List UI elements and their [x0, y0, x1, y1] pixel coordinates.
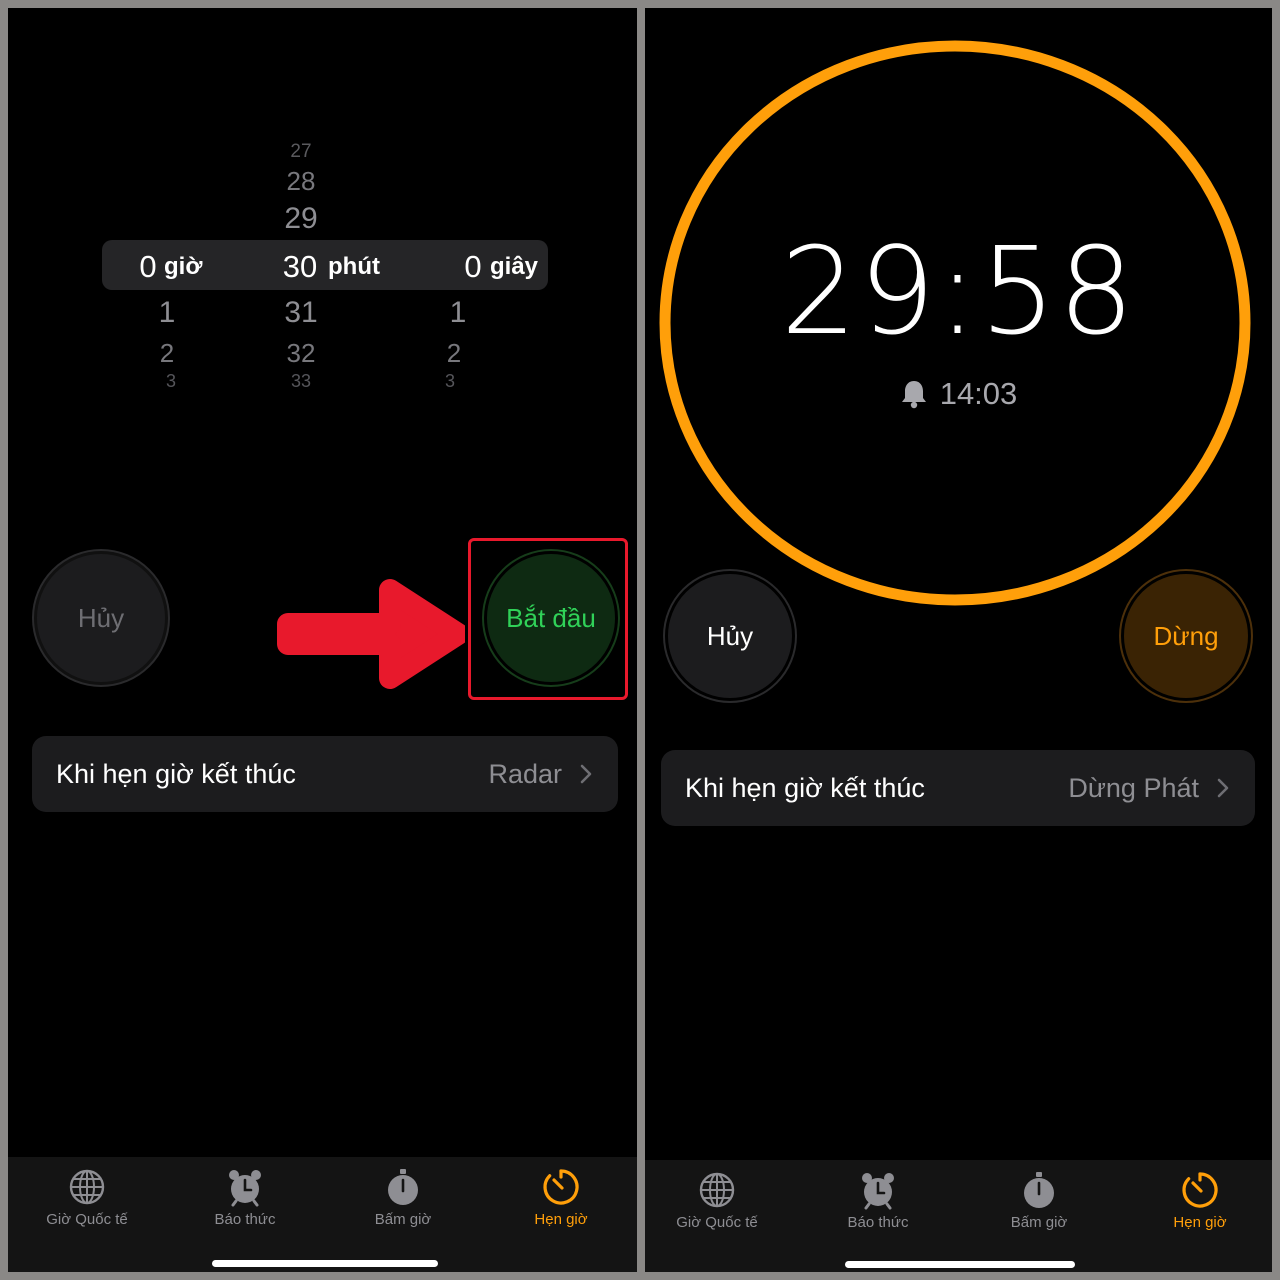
cancel-button-label: Hủy [706, 620, 754, 651]
end-time-value: 14:03 [939, 376, 1018, 411]
timer-running-screen: 29:58 14:03 Hủy Dừng Khi hẹn giờ kết thú… [645, 8, 1272, 1272]
second-option[interactable]: 3 [445, 372, 455, 390]
chevron-right-icon [580, 764, 592, 784]
red-arrow-annotation [277, 579, 465, 689]
tab-world-clock[interactable]: Giờ Quốc tế [12, 1157, 162, 1257]
minute-option[interactable]: 28 [287, 168, 316, 194]
minute-option[interactable]: 29 [284, 204, 317, 234]
when-timer-ends-value: Radar [488, 758, 562, 789]
hour-option[interactable]: 1 [159, 298, 176, 328]
chevron-right-icon [1217, 778, 1229, 798]
time-remaining: 29:58 [780, 223, 1137, 362]
minutes-selected-value[interactable]: 30 [283, 251, 317, 282]
home-indicator[interactable] [212, 1260, 438, 1267]
minute-option[interactable]: 33 [291, 372, 311, 390]
stopwatch-icon [1024, 1172, 1054, 1208]
when-timer-ends-label: Khi hẹn giờ kết thúc [56, 758, 296, 789]
tab-world-clock[interactable]: Giờ Quốc tế [645, 1160, 792, 1260]
alarm-clock-icon [229, 1170, 261, 1207]
hour-option[interactable]: 3 [166, 372, 176, 390]
minutes-unit-label: phút [328, 253, 380, 280]
hours-selected-value[interactable]: 0 [139, 251, 156, 282]
second-option[interactable]: 2 [447, 340, 461, 366]
minute-option[interactable]: 31 [284, 298, 317, 328]
alarm-clock-icon [862, 1173, 894, 1210]
when-timer-ends-value: Dừng Phát [1068, 772, 1199, 803]
tab-label: Bấm giờ [1010, 1214, 1068, 1231]
pause-button-label: Dừng [1153, 620, 1219, 651]
tab-label: Báo thức [214, 1211, 276, 1228]
tab-stopwatch[interactable]: Bấm giờ [328, 1157, 478, 1257]
hour-option[interactable]: 2 [160, 340, 174, 366]
tab-alarm[interactable]: Báo thức [803, 1160, 953, 1260]
cancel-button-label: Hủy [77, 602, 125, 633]
timer-icon [543, 1169, 579, 1205]
pause-button[interactable]: Dừng [1121, 571, 1251, 701]
when-timer-ends-row[interactable]: Khi hẹn giờ kết thúc Radar [32, 736, 618, 812]
tab-label: Giờ Quốc tế [46, 1211, 128, 1228]
tab-alarm[interactable]: Báo thức [170, 1157, 320, 1257]
cancel-button[interactable]: Hủy [34, 551, 168, 685]
end-time: 14:03 [645, 376, 1272, 412]
minute-option[interactable]: 32 [287, 340, 316, 366]
hours-unit-label: giờ [164, 253, 203, 280]
tab-label: Hẹn giờ [534, 1211, 588, 1228]
bell-icon [901, 381, 926, 409]
tab-label: Hẹn giờ [1173, 1214, 1227, 1231]
tab-bar: Giờ Quốc tế Báo thức Bấm giờ Hẹn giờ [8, 1157, 637, 1272]
second-option[interactable]: 1 [450, 298, 467, 328]
minute-option[interactable]: 27 [290, 142, 311, 161]
tab-bar: Giờ Quốc tế Báo thức Bấm giờ Hẹn giờ [645, 1160, 1272, 1272]
tab-label: Bấm giờ [374, 1211, 432, 1228]
cancel-button[interactable]: Hủy [665, 571, 795, 701]
highlight-box-annotation [468, 538, 628, 700]
tab-stopwatch[interactable]: Bấm giờ [964, 1160, 1114, 1260]
when-timer-ends-row[interactable]: Khi hẹn giờ kết thúc Dừng Phát [661, 750, 1255, 826]
home-indicator[interactable] [845, 1261, 1075, 1268]
tab-timer[interactable]: Hẹn giờ [1125, 1160, 1272, 1260]
tab-timer[interactable]: Hẹn giờ [486, 1157, 636, 1257]
tab-label: Báo thức [847, 1214, 909, 1231]
timer-setup-screen: 27 28 29 0 giờ 30 phút 0 giây 1 31 1 2 3… [8, 8, 637, 1272]
tab-label: Giờ Quốc tế [676, 1214, 758, 1231]
globe-icon [69, 1169, 105, 1205]
stopwatch-icon [388, 1169, 418, 1205]
when-timer-ends-label: Khi hẹn giờ kết thúc [685, 772, 925, 803]
seconds-selected-value[interactable]: 0 [464, 251, 481, 282]
timer-icon [1182, 1172, 1218, 1208]
seconds-unit-label: giây [490, 253, 539, 280]
globe-icon [699, 1172, 735, 1208]
